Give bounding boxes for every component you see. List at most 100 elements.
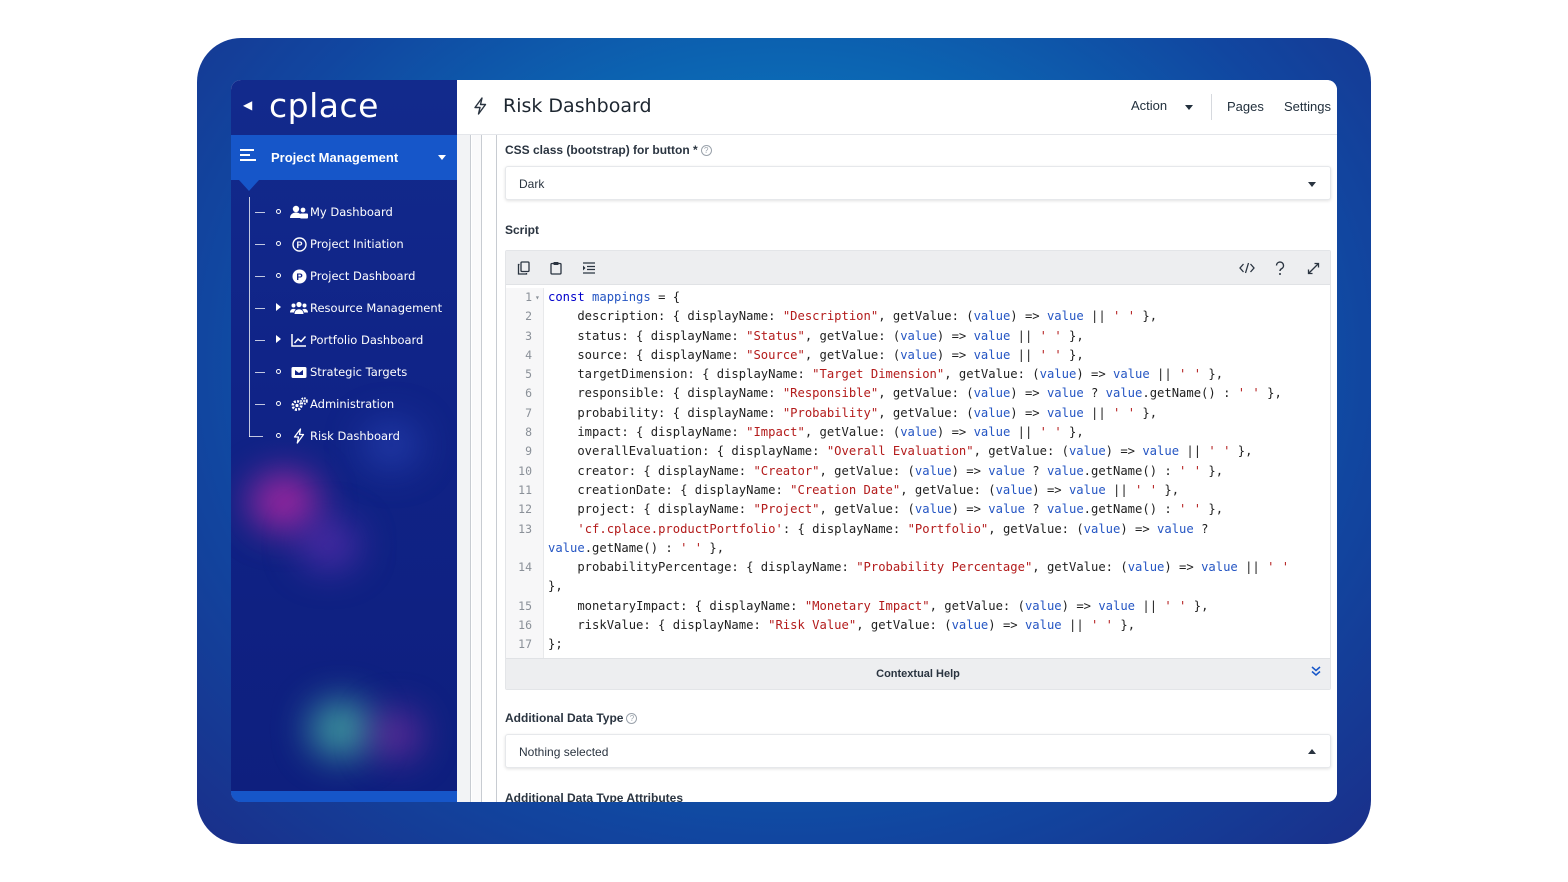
select-value: Dark xyxy=(519,177,545,191)
code-line: 5 targetDimension: { displayName: "Targe… xyxy=(506,365,1330,384)
chevron-right-icon[interactable] xyxy=(276,303,281,311)
code-text: creator: { displayName: "Creator", getVa… xyxy=(548,463,1224,478)
contextual-help-bar[interactable]: Contextual Help xyxy=(506,658,1330,689)
menu-icon xyxy=(240,149,256,163)
paste-icon[interactable] xyxy=(548,260,564,276)
line-number: 14 xyxy=(518,560,532,575)
fold-arrow-icon[interactable]: ▾ xyxy=(535,288,540,307)
code-text: description: { displayName: "Description… xyxy=(548,309,1158,324)
line-number: 12 xyxy=(518,502,532,517)
code-line: 1 ▾ const mappings = { xyxy=(506,288,1330,307)
sidebar-item-portfolio-dashboard[interactable]: Portfolio Dashboard xyxy=(249,329,449,351)
css-class-select[interactable]: Dark xyxy=(505,166,1331,200)
page-title: Risk Dashboard xyxy=(503,95,652,117)
chevron-down-icon[interactable] xyxy=(438,155,446,160)
chevron-down-icon[interactable] xyxy=(1185,105,1193,110)
css-class-label: CSS class (bootstrap) for button *? xyxy=(505,143,712,157)
code-text: source: { displayName: "Source", getValu… xyxy=(548,347,1084,362)
line-number: 16 xyxy=(518,618,532,633)
additional-data-type-select[interactable]: Nothing selected xyxy=(505,734,1331,768)
code-line: 4 source: { displayName: "Source", getVa… xyxy=(506,346,1330,365)
code-text: probability: { displayName: "Probability… xyxy=(548,405,1158,420)
help-icon[interactable] xyxy=(1272,260,1288,276)
sidebar-item-risk-dashboard[interactable]: Risk Dashboard xyxy=(249,425,449,447)
line-number: 1 xyxy=(525,290,532,304)
sidebar-item-label: Portfolio Dashboard xyxy=(310,333,424,347)
code-icon[interactable] xyxy=(1239,260,1255,276)
editor-toolbar xyxy=(506,251,1330,285)
sidebar-item-label: My Dashboard xyxy=(310,205,393,219)
sidebar-item-resource-management[interactable]: Resource Management xyxy=(249,297,449,319)
sidebar-item-project-dashboard[interactable]: P Project Dashboard xyxy=(249,265,449,287)
code-line: 7 probability: { displayName: "Probabili… xyxy=(506,404,1330,423)
chevron-right-icon[interactable] xyxy=(276,335,281,343)
code-area[interactable]: 1 ▾ const mappings = {2 description: { dis… xyxy=(506,288,1330,658)
help-icon[interactable]: ? xyxy=(626,713,638,724)
code-line: 11 creationDate: { displayName: "Creatio… xyxy=(506,481,1330,500)
app-window: ◀ cplace Project Management My Dashboard… xyxy=(231,80,1337,802)
nesting-rail xyxy=(483,135,497,802)
line-number: 17 xyxy=(518,637,532,652)
sidebar-item-my-dashboard[interactable]: My Dashboard xyxy=(249,201,449,223)
line-number: 3 xyxy=(525,328,532,343)
pages-link[interactable]: Pages xyxy=(1227,99,1264,114)
page-header: Risk Dashboard Action Pages Settings xyxy=(457,80,1337,135)
line-number: 9 xyxy=(525,444,532,459)
chevron-down-icon xyxy=(1308,182,1316,187)
sidebar: ◀ cplace Project Management My Dashboard… xyxy=(231,80,457,802)
sidebar-item-label: Strategic Targets xyxy=(310,365,408,379)
line-chart-icon xyxy=(290,331,308,349)
settings-link[interactable]: Settings xyxy=(1284,99,1331,114)
code-line: 17}; xyxy=(506,635,1330,654)
line-number: 5 xyxy=(525,367,532,382)
sidebar-item-administration[interactable]: Administration xyxy=(249,393,449,415)
sidebar-item-label: Risk Dashboard xyxy=(310,429,400,443)
section-pointer xyxy=(239,180,259,191)
sidebar-footer-bar xyxy=(231,791,457,802)
code-line: 8 impact: { displayName: "Impact", getVa… xyxy=(506,423,1330,442)
glow-decoration xyxy=(371,710,421,760)
indent-icon[interactable] xyxy=(581,260,597,276)
glow-decoration xyxy=(249,472,319,532)
sidebar-item-strategic-targets[interactable]: Strategic Targets xyxy=(249,361,449,383)
code-text: riskValue: { displayName: "Risk Value", … xyxy=(548,618,1136,633)
svg-text:P: P xyxy=(296,272,303,283)
code-line: 10 creator: { displayName: "Creator", ge… xyxy=(506,462,1330,481)
sidebar-item-label: Administration xyxy=(310,397,395,411)
code-line: 13 'cf.cplace.productPortfolio': { displ… xyxy=(506,520,1330,539)
code-text: status: { displayName: "Status", getValu… xyxy=(548,328,1084,343)
sidebar-item-project-initiation[interactable]: P Project Initiation xyxy=(249,233,449,255)
script-label: Script xyxy=(505,223,540,237)
script-editor[interactable]: 1 ▾ const mappings = {2 description: { dis… xyxy=(505,250,1331,690)
code-text: probabilityPercentage: { displayName: "P… xyxy=(548,560,1290,575)
bolt-icon xyxy=(290,427,308,445)
action-menu-button[interactable]: Action xyxy=(1131,98,1167,113)
select-value: Nothing selected xyxy=(519,745,609,759)
line-number: 8 xyxy=(525,425,532,440)
double-chevron-down-icon[interactable] xyxy=(1310,664,1322,682)
collapse-sidebar-icon[interactable]: ◀ xyxy=(243,98,252,112)
fullscreen-icon[interactable] xyxy=(1305,260,1321,276)
code-line: 3 status: { displayName: "Status", getVa… xyxy=(506,327,1330,346)
help-icon[interactable]: ? xyxy=(700,145,712,156)
code-line: 15 monetaryImpact: { displayName: "Monet… xyxy=(506,597,1330,616)
line-number: 6 xyxy=(525,386,532,401)
svg-text:P: P xyxy=(296,239,302,249)
code-line: value.getName() : ' ' }, xyxy=(506,539,1330,558)
nesting-rail xyxy=(472,135,482,802)
target-icon xyxy=(290,363,308,381)
nesting-rail xyxy=(457,135,471,802)
code-line: 2 description: { displayName: "Descripti… xyxy=(506,307,1330,326)
additional-data-type-attributes-label: Additional Data Type Attributes xyxy=(505,791,684,802)
code-text: impact: { displayName: "Impact", getValu… xyxy=(548,425,1084,440)
line-number: 13 xyxy=(518,521,532,536)
copy-icon[interactable] xyxy=(515,260,531,276)
section-project-management[interactable]: Project Management xyxy=(231,135,457,180)
app-logo[interactable]: cplace xyxy=(269,86,379,125)
section-label: Project Management xyxy=(271,150,399,165)
sidebar-item-label: Resource Management xyxy=(310,301,443,315)
code-text: }, xyxy=(548,579,563,594)
line-number: 11 xyxy=(518,482,532,497)
sidebar-item-label: Project Dashboard xyxy=(310,269,416,283)
code-line: 6 responsible: { displayName: "Responsib… xyxy=(506,384,1330,403)
